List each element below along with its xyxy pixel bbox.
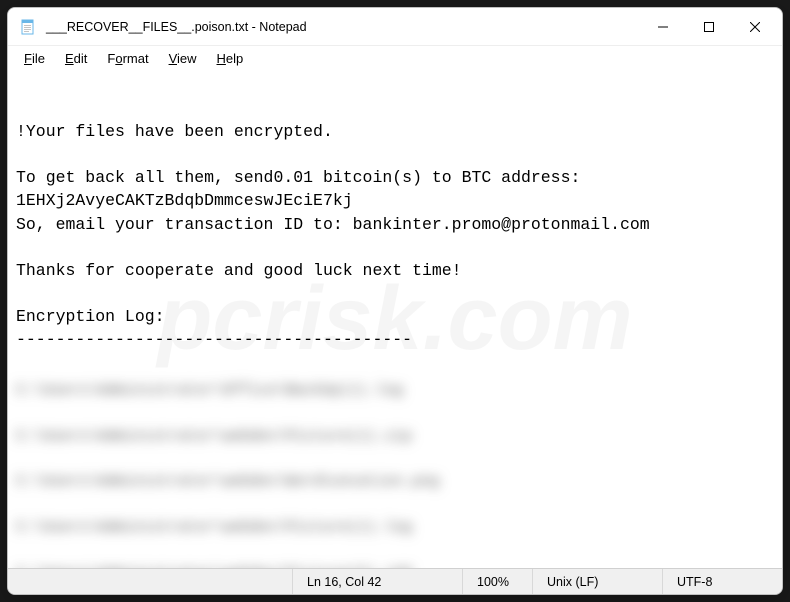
statusbar: Ln 16, Col 42 100% Unix (LF) UTF-8	[8, 568, 782, 594]
doc-line: To get back all them, send0.01 bitcoin(s…	[16, 168, 580, 187]
doc-line: Thanks for cooperate and good luck next …	[16, 261, 462, 280]
doc-line: 1EHXj2AvyeCAKTzBdqbDmmceswJEciE7kj	[16, 191, 353, 210]
close-button[interactable]	[732, 8, 778, 46]
menubar: File Edit Format View Help	[8, 46, 782, 70]
status-position: Ln 16, Col 42	[292, 569, 462, 594]
status-zoom: 100%	[462, 569, 532, 594]
status-eol: Unix (LF)	[532, 569, 662, 594]
menu-edit[interactable]: Edit	[55, 49, 97, 68]
minimize-button[interactable]	[640, 8, 686, 46]
encryption-log-blurred: C:\Users\Administrator\Office\BackUp(1).…	[16, 357, 774, 568]
notepad-icon	[20, 19, 36, 35]
doc-line: !Your files have been encrypted.	[16, 122, 333, 141]
doc-line: So, email your transaction ID to: bankin…	[16, 215, 650, 234]
text-area[interactable]: pcrisk.com !Your files have been encrypt…	[8, 70, 782, 568]
doc-line: Encryption Log:	[16, 307, 165, 326]
window-controls	[640, 8, 778, 46]
menu-view[interactable]: View	[159, 49, 207, 68]
titlebar[interactable]: ___RECOVER__FILES__.poison.txt - Notepad	[8, 8, 782, 46]
notepad-window: ___RECOVER__FILES__.poison.txt - Notepad…	[7, 7, 783, 595]
maximize-button[interactable]	[686, 8, 732, 46]
menu-file[interactable]: File	[14, 49, 55, 68]
menu-format[interactable]: Format	[97, 49, 158, 68]
menu-help[interactable]: Help	[207, 49, 254, 68]
doc-line: ----------------------------------------	[16, 330, 412, 349]
window-title: ___RECOVER__FILES__.poison.txt - Notepad	[46, 20, 640, 34]
status-encoding: UTF-8	[662, 569, 782, 594]
